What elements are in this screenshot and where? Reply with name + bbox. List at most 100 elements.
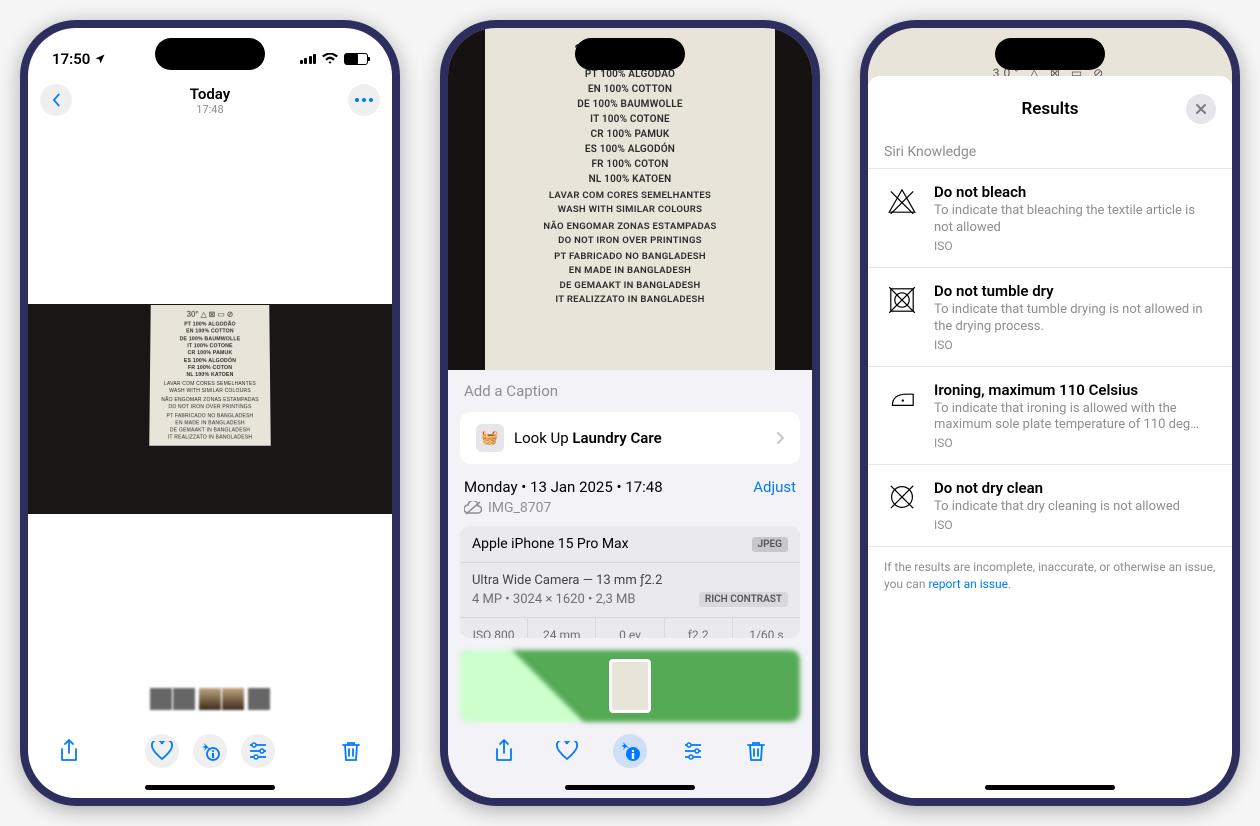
screen-2: 30°△⊠▭⊘ PT 100% ALGODÃO EN 100% COTTON D… (448, 28, 812, 798)
sparkle-info-icon (618, 739, 642, 763)
results-header: Results (868, 76, 1232, 136)
close-button[interactable] (1186, 94, 1216, 124)
photo-content: 30°△⊠▭⊘ PT 100% ALGODÃO EN 100% COTTON D… (28, 304, 392, 514)
result-row[interactable]: Ironing, maximum 110 Celsius To indicate… (868, 367, 1232, 466)
thumb[interactable] (248, 688, 270, 710)
result-desc: To indicate that bleaching the textile a… (934, 203, 1216, 237)
result-src: ISO (934, 518, 1216, 532)
dynamic-island (995, 38, 1105, 70)
report-issue-link[interactable]: report an issue (928, 577, 1008, 591)
date-row: Monday • 13 Jan 2025 • 17:48 Adjust (448, 464, 812, 498)
result-row[interactable]: Do not tumble dry To indicate that tumbl… (868, 268, 1232, 367)
trash-icon (341, 740, 361, 762)
share-icon (59, 739, 79, 763)
home-indicator[interactable] (985, 785, 1115, 790)
result-src: ISO (934, 239, 1216, 253)
dynamic-island (155, 38, 265, 70)
clothing-label-zoom: 30°△⊠▭⊘ PT 100% ALGODÃO EN 100% COTTON D… (485, 28, 775, 370)
result-title: Do not bleach (934, 183, 1216, 201)
more-button[interactable] (348, 84, 380, 116)
status-time: 17:50 (52, 50, 90, 68)
result-title: Ironing, maximum 110 Celsius (934, 381, 1216, 399)
favorite-button[interactable] (145, 734, 179, 768)
thumb[interactable] (150, 688, 172, 710)
heart-icon (556, 741, 578, 761)
result-row[interactable]: Do not dry clean To indicate that dry cl… (868, 465, 1232, 547)
location-icon (94, 53, 106, 65)
lookup-text: Look Up Laundry Care (514, 429, 662, 447)
no-tumble-dry-icon (884, 282, 920, 318)
nav-title-main: Today (190, 85, 230, 103)
clothing-label: 30°△⊠▭⊘ PT 100% ALGODÃO EN 100% COTTON D… (149, 305, 270, 446)
result-title: Do not dry clean (934, 479, 1216, 497)
lookup-row[interactable]: 🧺 Look Up Laundry Care (460, 412, 800, 464)
meta-stats: ISO 800 24 mm 0 ev ƒ2.2 1/60 s (460, 618, 800, 638)
battery-icon (344, 53, 368, 65)
no-bleach-icon (884, 183, 920, 219)
ellipsis-icon (355, 98, 373, 102)
label-text-block: PT 100% ALGODÃO EN 100% COTTON DE 100% B… (155, 322, 264, 442)
result-src: ISO (934, 338, 1216, 352)
section-label: Siri Knowledge (868, 136, 1232, 169)
result-desc: To indicate that ironing is allowed with… (934, 401, 1216, 435)
cloud-slash-icon (464, 501, 482, 515)
share-button[interactable] (487, 734, 521, 768)
meta-lens-row: Ultra Wide Camera — 13 mm ƒ2.2 4 MP • 30… (460, 563, 800, 618)
info-button[interactable] (193, 734, 227, 768)
results-sheet: Results Siri Knowledge Do not bleach To … (868, 76, 1232, 798)
edit-button[interactable] (676, 734, 710, 768)
stat-iso: ISO 800 (460, 618, 528, 638)
stat-aperture: ƒ2.2 (665, 618, 733, 638)
photo-viewer[interactable]: 30°△⊠▭⊘ PT 100% ALGODÃO EN 100% COTTON D… (28, 124, 392, 726)
wifi-icon (322, 53, 338, 65)
result-src: ISO (934, 436, 1216, 450)
screen-3: 30° △ ⊠ ▭ ⊘ Results Siri Knowledge Do no… (868, 28, 1232, 798)
nav-title-sub: 17:48 (190, 103, 230, 116)
info-sheet: Add a Caption 🧺 Look Up Laundry Care Mon… (448, 370, 812, 798)
metadata-card: Apple iPhone 15 Pro Max JPEG Ultra Wide … (460, 526, 800, 638)
info-button-active[interactable] (613, 734, 647, 768)
close-icon (1195, 103, 1207, 115)
iphone-frame-1: 17:50 Today 17:48 (20, 20, 400, 806)
meta-device-row: Apple iPhone 15 Pro Max JPEG (460, 526, 800, 563)
home-indicator[interactable] (145, 785, 275, 790)
stat-shutter: 1/60 s (733, 618, 800, 638)
result-row[interactable]: Do not bleach To indicate that bleaching… (868, 169, 1232, 268)
delete-button[interactable] (334, 734, 368, 768)
no-dry-clean-icon (884, 479, 920, 515)
share-button[interactable] (52, 734, 86, 768)
heart-icon (151, 741, 173, 761)
iron-low-icon (884, 381, 920, 417)
share-icon (494, 739, 514, 763)
thumb[interactable] (173, 688, 195, 710)
iphone-frame-3: 30° △ ⊠ ▭ ⊘ Results Siri Knowledge Do no… (860, 20, 1240, 806)
nav-title: Today 17:48 (190, 85, 230, 116)
delete-button[interactable] (739, 734, 773, 768)
iphone-frame-2: 30°△⊠▭⊘ PT 100% ALGODÃO EN 100% COTTON D… (440, 20, 820, 806)
back-button[interactable] (40, 84, 72, 116)
trash-icon (746, 740, 766, 762)
caption-field[interactable]: Add a Caption (448, 370, 812, 412)
photo-header[interactable]: 30°△⊠▭⊘ PT 100% ALGODÃO EN 100% COTTON D… (448, 28, 812, 370)
thumbnail-strip[interactable] (28, 680, 392, 726)
map-photo-pin (609, 659, 651, 713)
nav-bar: Today 17:48 (28, 80, 392, 124)
edit-button[interactable] (241, 734, 275, 768)
result-title: Do not tumble dry (934, 282, 1216, 300)
care-symbols: 30°△⊠▭⊘ (157, 309, 264, 320)
file-row: IMG_8707 (448, 498, 812, 526)
adjust-link[interactable]: Adjust (753, 478, 796, 496)
home-indicator[interactable] (565, 785, 695, 790)
stat-focal: 24 mm (528, 618, 596, 638)
format-badge: JPEG (752, 537, 788, 552)
thumb[interactable] (199, 688, 221, 710)
thumb[interactable] (222, 688, 244, 710)
results-title: Results (1021, 99, 1078, 119)
result-desc: To indicate that dry cleaning is not all… (934, 499, 1216, 516)
favorite-button[interactable] (550, 734, 584, 768)
result-desc: To indicate that tumble drying is not al… (934, 302, 1216, 336)
contrast-badge: RICH CONTRAST (699, 592, 788, 607)
photo-date: Monday • 13 Jan 2025 • 17:48 (464, 478, 663, 496)
laundry-icon: 🧺 (476, 424, 504, 452)
filename: IMG_8707 (488, 500, 551, 516)
